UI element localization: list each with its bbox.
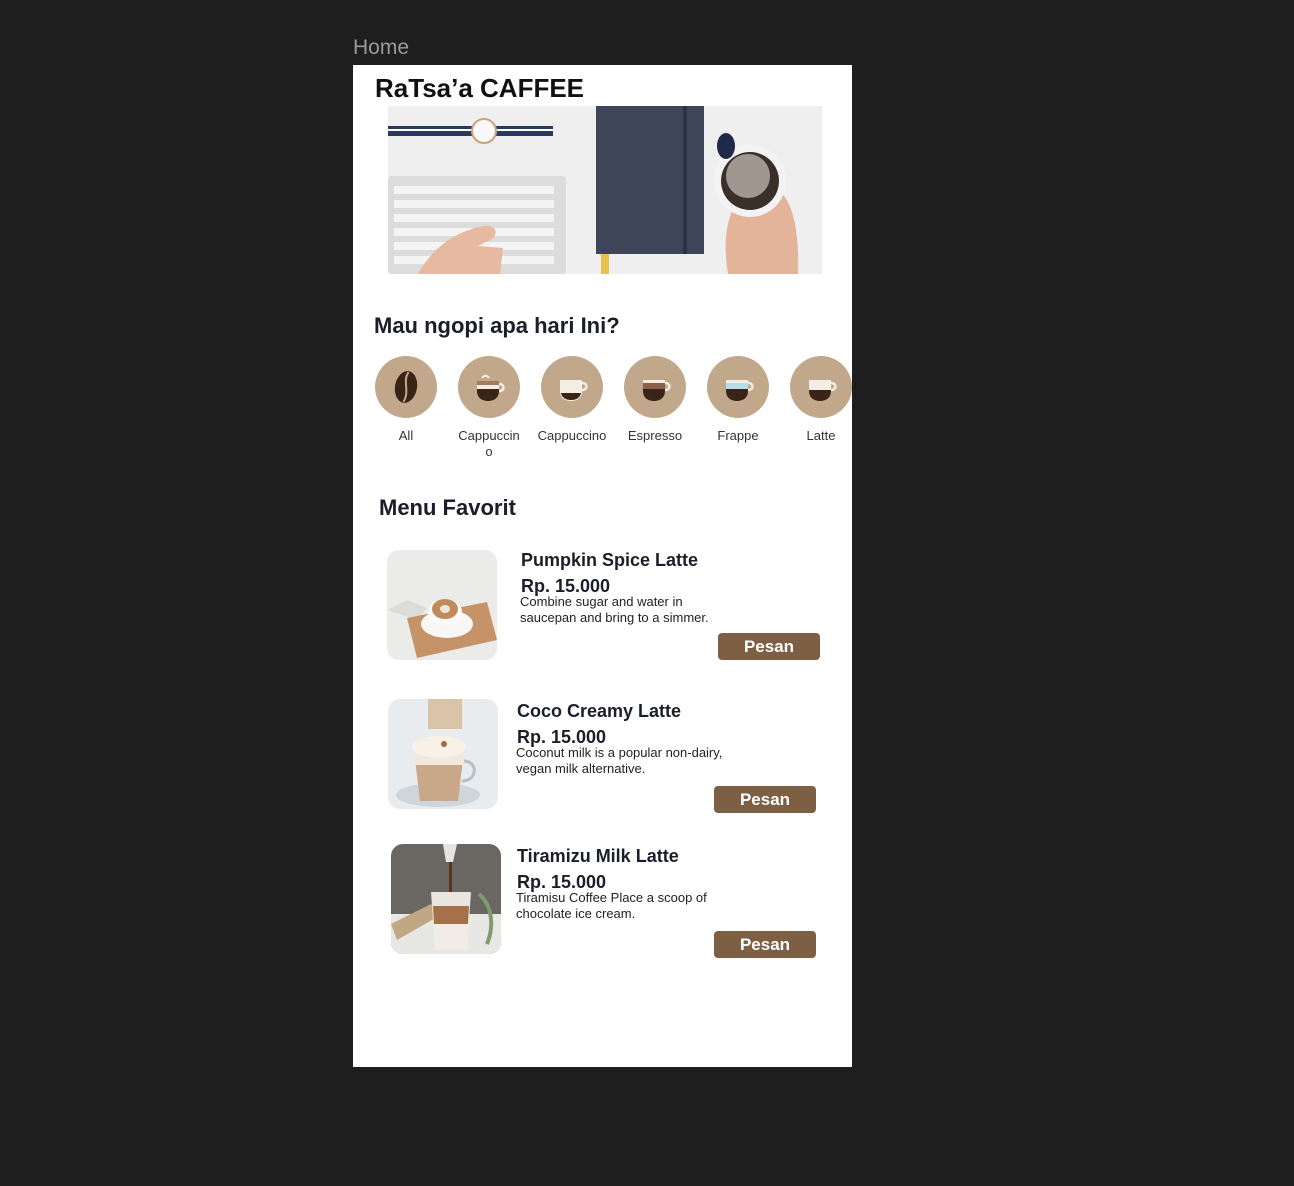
category-cappuccino-2[interactable]: Cappuccino	[532, 356, 612, 444]
pumpkin-spice-latte-image	[387, 550, 497, 660]
category-all[interactable]: All	[366, 356, 446, 444]
hero-banner-image	[388, 106, 822, 274]
tiramizu-milk-latte-image	[391, 844, 501, 954]
categories-title: Mau ngopi apa hari Ini?	[374, 313, 620, 338]
frappe-cup-icon	[726, 380, 754, 401]
order-button[interactable]: Pesan	[718, 633, 820, 660]
menu-item: Tiramizu Milk Latte Rp. 15.000 Tiramisu …	[353, 844, 852, 964]
coco-creamy-latte-image	[388, 699, 498, 809]
latte-cup-icon	[809, 380, 837, 401]
category-latte[interactable]: Latte	[781, 356, 852, 444]
category-label: Cappuccino	[458, 428, 520, 459]
category-espresso[interactable]: Espresso	[615, 356, 695, 444]
menu-item: Coco Creamy Latte Rp. 15.000 Coconut mil…	[353, 699, 852, 819]
order-button[interactable]: Pesan	[714, 931, 816, 958]
menu-item-name: Pumpkin Spice Latte	[521, 550, 699, 570]
frame-label: Home	[353, 36, 410, 59]
home-screen: RaTsa’a CAFFEE Mau ngopi apa hari Ini? A…	[353, 65, 852, 1067]
cappuccino-cup-icon	[477, 374, 505, 401]
category-label: Frappe	[717, 428, 759, 443]
menu-item: Pumpkin Spice Latte Rp. 15.000 Combine s…	[353, 550, 852, 670]
espresso-cup-icon	[643, 380, 671, 401]
category-icon-circle	[707, 356, 769, 418]
category-label: Espresso	[627, 428, 683, 443]
category-label: All	[398, 428, 414, 443]
app-title: RaTsa’a CAFFEE	[375, 73, 585, 103]
category-icon-circle	[541, 356, 603, 418]
coffee-bean-icon	[394, 371, 418, 403]
menu-item-description: Coconut milk is a popular non-dairy, veg…	[516, 745, 723, 776]
category-label: Latte	[806, 428, 836, 443]
category-icon-circle	[458, 356, 520, 418]
menu-item-name: Coco Creamy Latte	[517, 701, 682, 721]
category-icon-circle	[375, 356, 437, 418]
order-button[interactable]: Pesan	[714, 786, 816, 813]
category-frappe[interactable]: Frappe	[698, 356, 778, 444]
menu-item-name: Tiramizu Milk Latte	[517, 846, 679, 866]
menu-item-description: Tiramisu Coffee Place a scoop of chocola…	[516, 890, 707, 921]
category-icon-circle	[790, 356, 852, 418]
menu-item-description: Combine sugar and water in saucepan and …	[520, 594, 709, 625]
category-cappuccino[interactable]: Cappuccino	[449, 356, 529, 460]
category-icon-circle	[624, 356, 686, 418]
coffee-cup-icon	[560, 380, 588, 401]
category-label: Cappuccino	[537, 428, 607, 443]
favorites-title: Menu Favorit	[379, 495, 516, 520]
